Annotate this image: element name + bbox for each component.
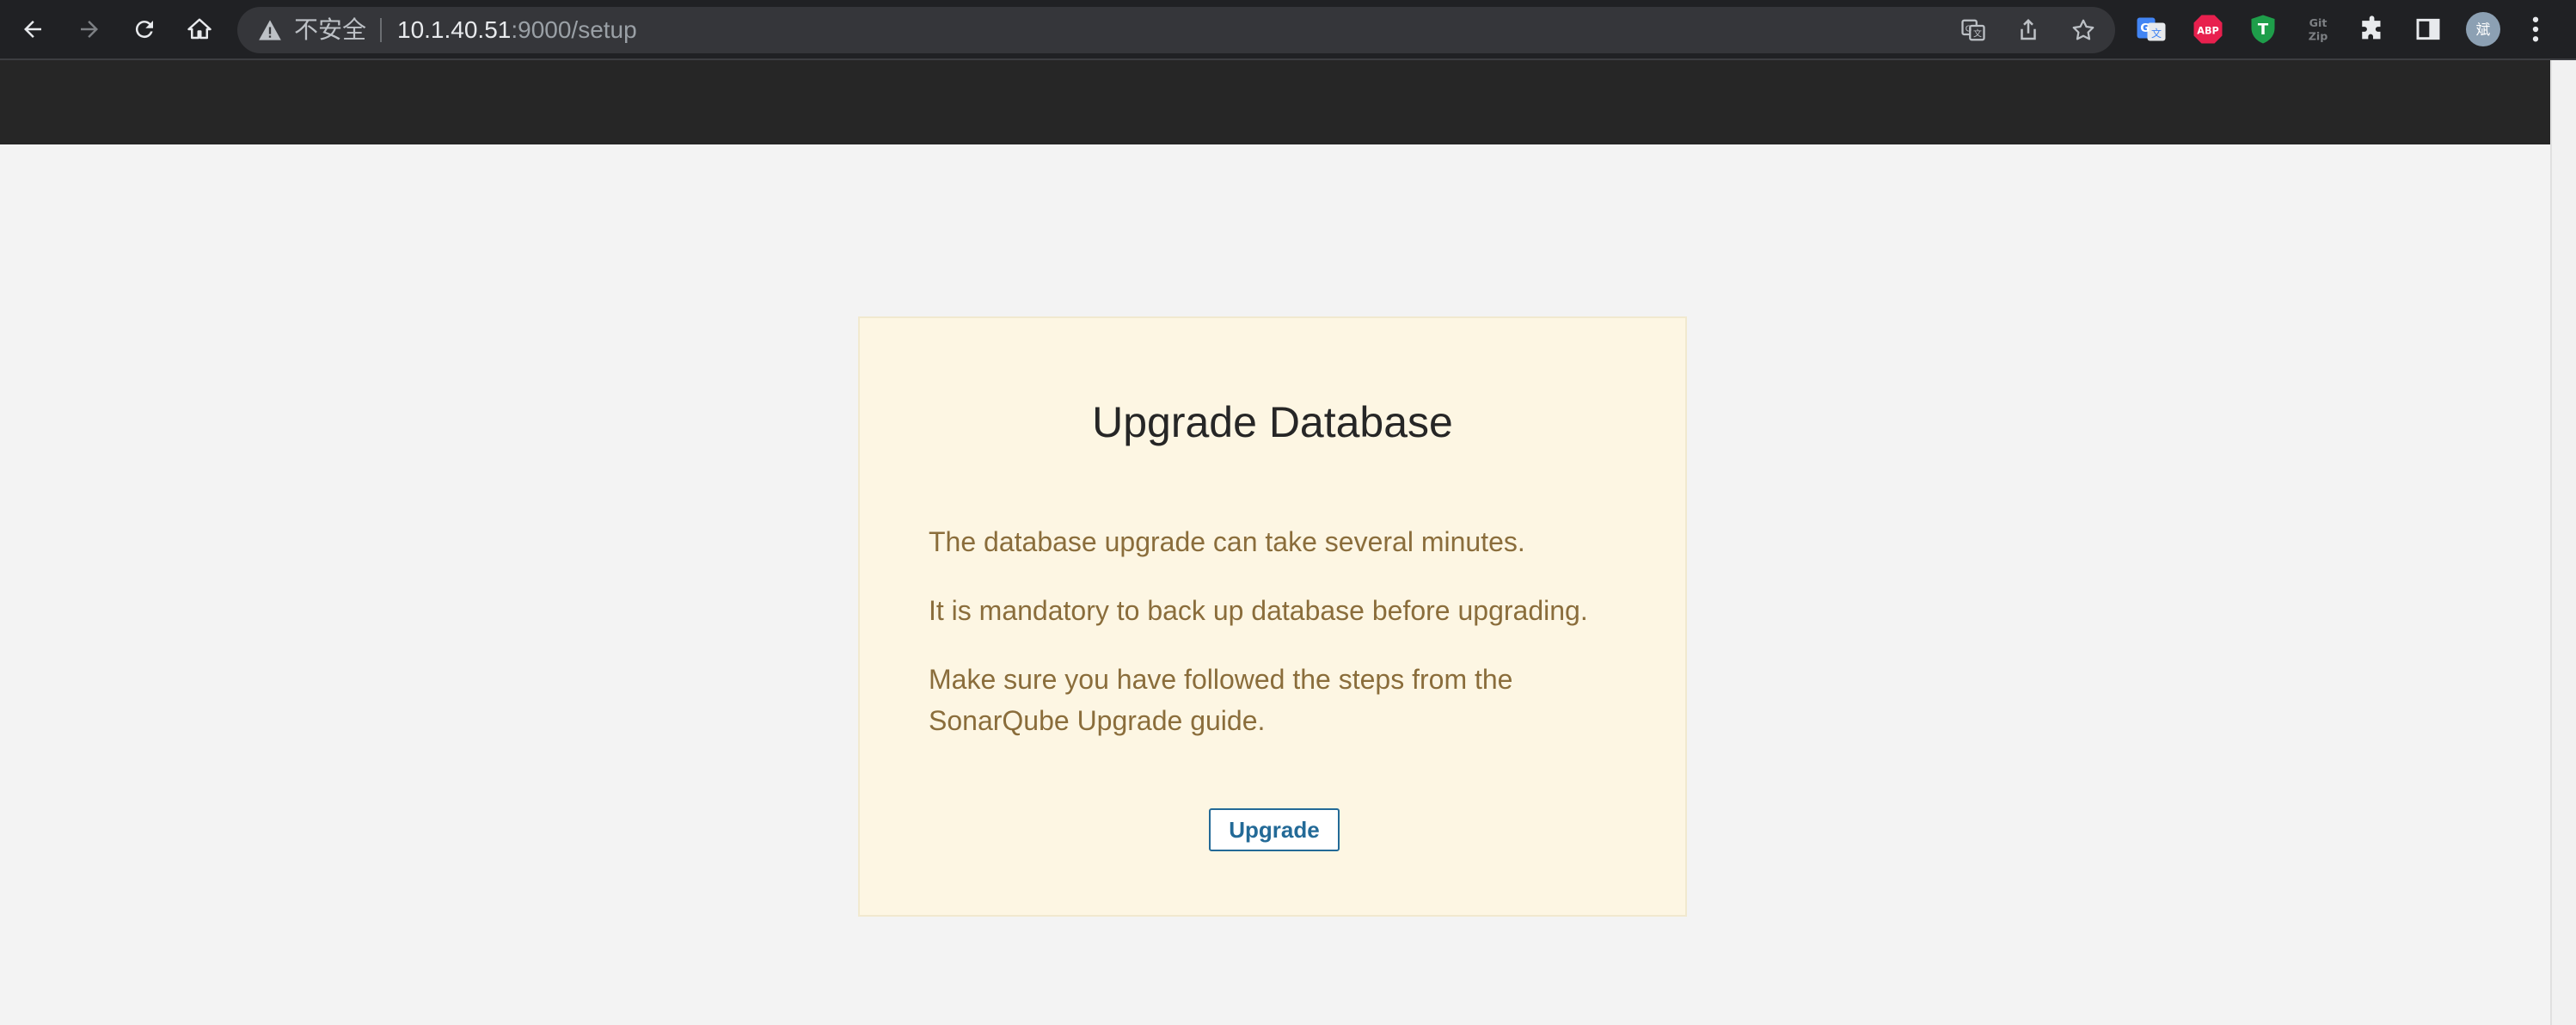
google-translate-extension[interactable]: G文 (2134, 12, 2168, 46)
share-icon[interactable] (2014, 16, 2043, 44)
app-header-bar (0, 60, 2550, 144)
profile-avatar[interactable]: 斌 (2466, 12, 2500, 46)
svg-text:G: G (2140, 21, 2150, 35)
page-scrollbar[interactable] (2550, 60, 2576, 1025)
back-icon[interactable] (14, 10, 52, 48)
page-title: Upgrade Database (1092, 398, 1453, 446)
address-bar[interactable]: 不安全 10.1.40.51:9000/setup G文 (237, 7, 2115, 53)
profile-initial: 斌 (2476, 21, 2491, 38)
omnibox-divider (380, 18, 382, 42)
browser-menu-icon[interactable] (2523, 12, 2548, 46)
upgrade-database-panel: Upgrade Database The database upgrade ca… (858, 316, 1687, 917)
svg-text:G: G (1966, 24, 1972, 34)
extensions-puzzle-icon[interactable] (2356, 12, 2390, 46)
url-path: :9000/setup (511, 16, 637, 43)
forward-icon[interactable] (71, 10, 108, 48)
gitzip-extension[interactable]: Git Zip (2301, 12, 2335, 46)
t-extension[interactable]: T (2246, 12, 2280, 46)
svg-text:Zip: Zip (2309, 30, 2328, 43)
adblock-plus-extension[interactable]: ABP (2191, 12, 2225, 46)
upgrade-guide-notice: Make sure you have followed the steps fr… (929, 664, 1513, 736)
svg-text:Git: Git (2309, 16, 2328, 29)
svg-text:文: 文 (1973, 28, 1982, 40)
reload-icon[interactable] (126, 10, 163, 48)
upgrade-button[interactable]: Upgrade (1209, 808, 1340, 851)
url-text[interactable]: 10.1.40.51:9000/setup (397, 16, 637, 44)
browser-toolbar: 不安全 10.1.40.51:9000/setup G文 G文 ABP T Gi… (0, 0, 2576, 60)
side-panel-icon[interactable] (2411, 12, 2445, 46)
translate-icon[interactable]: G文 (1959, 16, 1988, 44)
bookmark-star-icon[interactable] (2069, 16, 2098, 44)
warning-icon[interactable] (258, 19, 282, 41)
upgrade-duration-notice: The database upgrade can take several mi… (929, 526, 1525, 557)
home-icon[interactable] (181, 10, 218, 48)
svg-text:文: 文 (2151, 27, 2162, 40)
svg-text:T: T (2258, 21, 2269, 39)
security-status-label[interactable]: 不安全 (294, 17, 366, 43)
backup-warning: It is mandatory to back up database befo… (929, 595, 1588, 626)
svg-text:ABP: ABP (2197, 25, 2219, 36)
url-host: 10.1.40.51 (397, 16, 512, 43)
